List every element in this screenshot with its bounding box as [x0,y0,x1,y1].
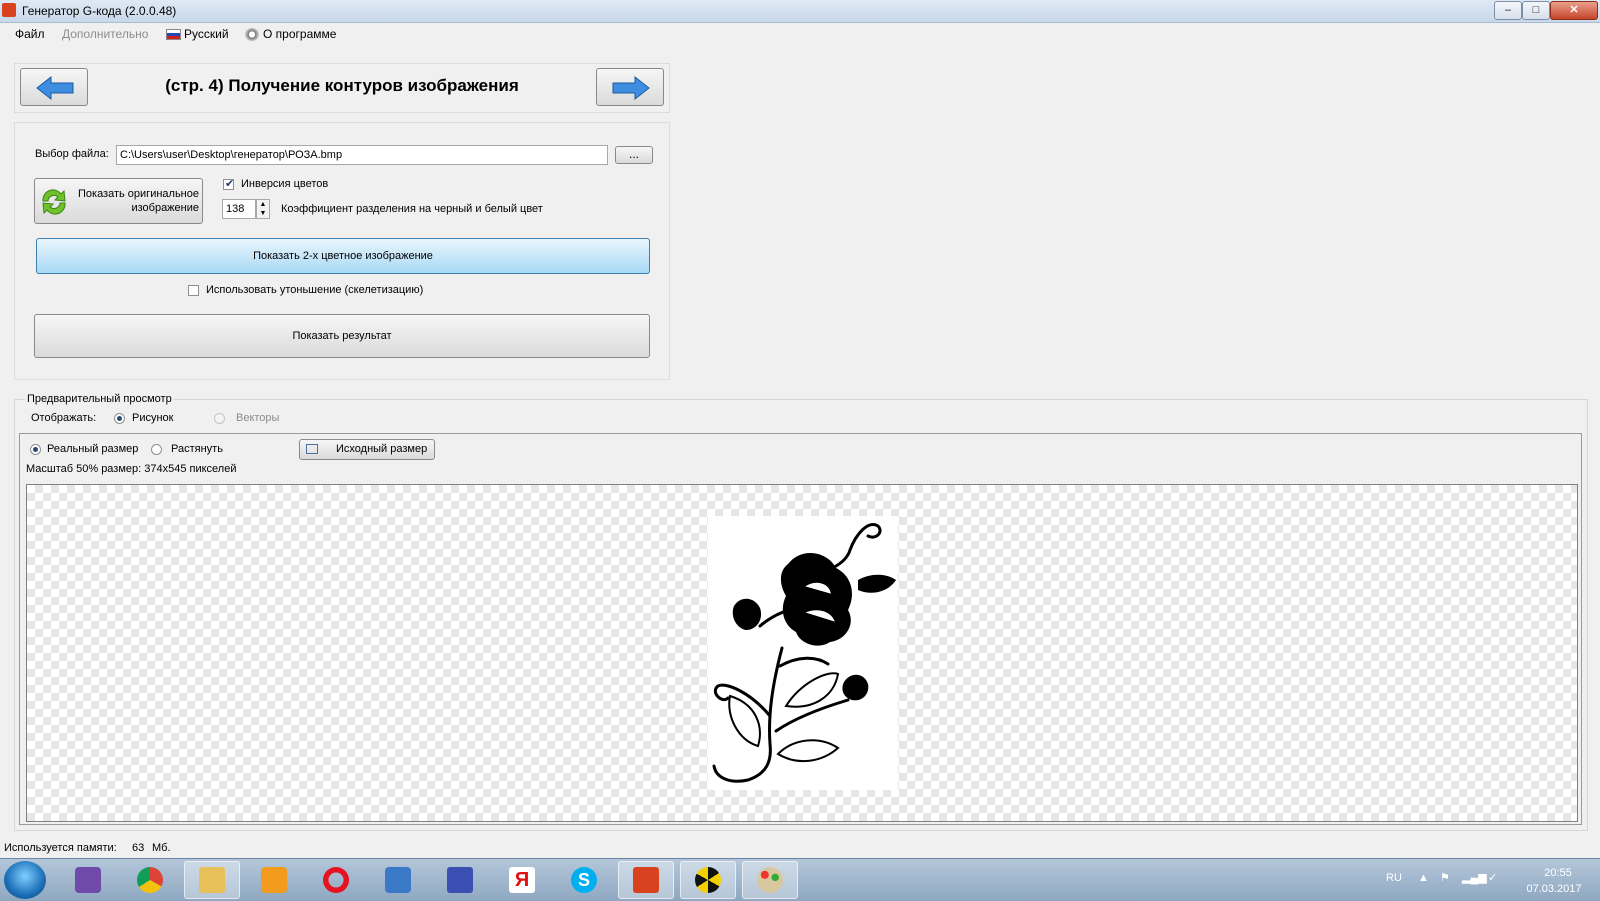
opera-icon[interactable] [308,861,364,899]
arrow-left-icon [36,76,74,100]
threshold-spinner[interactable]: ▲ ▼ [256,199,270,219]
window-title: Генератор G-кода (2.0.0.48) [22,4,177,18]
checkmark-icon: ✔ [225,178,235,190]
display-label: Отображать: [31,412,97,424]
media-player-icon[interactable] [246,861,302,899]
radiation-icon[interactable] [680,861,736,899]
real-size-label: Реальный размер [47,443,139,455]
action-center-flag-icon[interactable]: ⚑ [1440,871,1450,884]
show-result-button[interactable]: Показать результат [34,314,650,358]
preview-group-label: Предварительный просмотр [25,393,174,405]
page-title: (стр. 4) Получение контуров изображения [165,76,519,95]
show-bw-button[interactable]: Показать 2-х цветное изображение [36,238,650,274]
menu-about[interactable]: О программе [263,27,336,41]
invert-colors-checkbox[interactable]: ✔ [223,178,235,190]
stretch-radio[interactable] [151,444,162,455]
scale-info: Масштаб 50% размер: 374x545 пикселей [26,463,237,475]
show-original-label: Показать оригинальное изображение [77,188,199,214]
clock-time[interactable]: 20:55 [1532,867,1584,879]
menu-file[interactable]: Файл [15,27,45,41]
clock-date[interactable]: 07.03.2017 [1516,883,1592,895]
audio-icon[interactable] [370,861,426,899]
skeleton-checkbox[interactable] [188,285,199,296]
skype-icon[interactable]: S [556,861,612,899]
memory-label: Используется памяти: [4,842,117,854]
threshold-label: Коэффициент разделения на черный и белый… [281,203,543,215]
memory-value: 63 [132,842,145,854]
taskbar: Я S RU ▲ ⚑ ▂▄▆ ✓ 20:55 07.03.2017 [0,858,1600,901]
display-picture-radio[interactable] [114,413,125,424]
real-size-radio[interactable] [30,444,41,455]
rose-drawing [712,523,896,783]
start-button[interactable] [4,861,46,899]
back-button[interactable] [20,68,88,106]
browse-button[interactable]: ... [615,146,653,164]
display-vectors-radio[interactable] [214,413,225,424]
menu-bar: Файл Дополнительно Русский О программе [0,23,1600,45]
chrome-icon[interactable] [122,861,178,899]
file-label: Выбор файла: [35,148,109,160]
next-button[interactable] [596,68,664,106]
minimize-button[interactable]: ‒ [1494,1,1522,20]
close-button[interactable]: ✕ [1550,1,1598,20]
tray-expand-icon[interactable]: ▲ [1418,872,1429,884]
original-size-button[interactable]: Исходный размер [299,439,435,460]
info-icon [245,28,259,41]
yandex-icon[interactable]: Я [494,861,550,899]
original-size-label: Исходный размер [336,443,428,455]
title-bar: Генератор G-кода (2.0.0.48) ‒ □ ✕ [0,0,1600,23]
text-editor-icon[interactable] [432,861,488,899]
russian-flag-icon [166,29,181,40]
menu-extra[interactable]: Дополнительно [62,27,148,41]
arrow-right-icon [612,76,650,100]
memory-unit: Мб. [152,842,171,854]
fit-size-icon [306,444,318,454]
paint-icon[interactable] [742,861,798,899]
preview-image [708,516,898,790]
display-vectors-label: Векторы [236,412,280,424]
refresh-icon [42,189,66,215]
app-icon [2,3,16,17]
stretch-label: Растянуть [171,443,223,455]
maximize-button[interactable]: □ [1522,1,1550,20]
skeleton-label: Использовать утоньшение (скелетизацию) [206,284,424,296]
gcode-generator-icon[interactable] [618,861,674,899]
visual-studio-icon[interactable] [60,861,116,899]
file-path-input[interactable] [116,145,608,165]
file-explorer-icon[interactable] [184,861,240,899]
language-indicator[interactable]: RU [1386,872,1402,884]
network-signal-icon[interactable]: ▂▄▆ [1462,871,1487,884]
menu-language[interactable]: Русский [184,27,229,41]
show-original-button[interactable]: Показать оригинальное изображение [34,178,203,224]
sync-status-icon[interactable]: ✓ [1488,871,1497,884]
threshold-input[interactable] [222,199,256,219]
display-picture-label: Рисунок [132,412,174,424]
invert-colors-label: Инверсия цветов [241,178,329,190]
